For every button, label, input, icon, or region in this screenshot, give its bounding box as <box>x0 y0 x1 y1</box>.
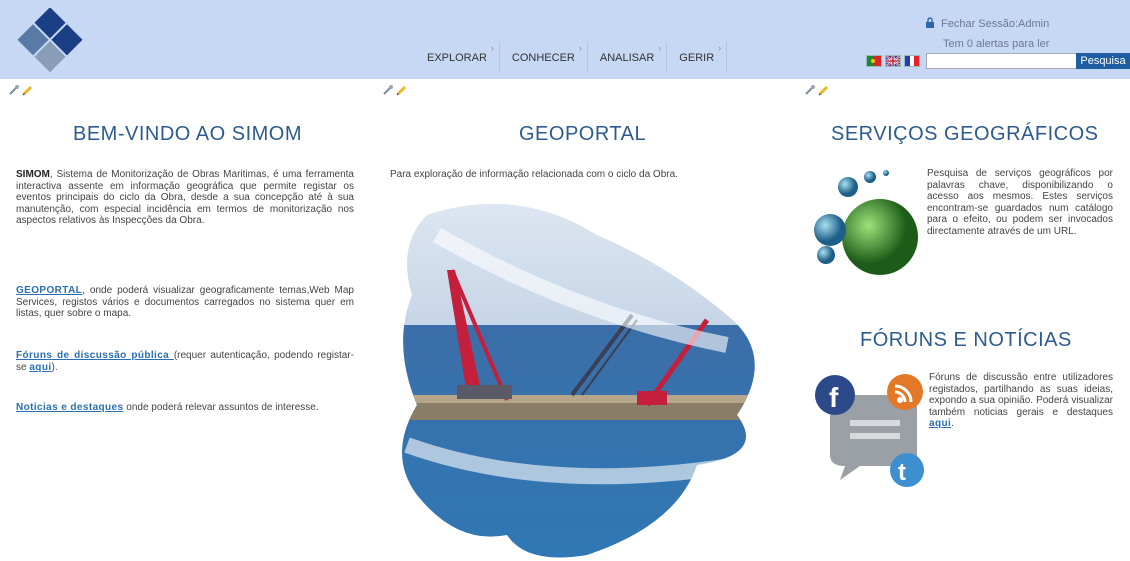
pencil-icon[interactable] <box>22 84 34 96</box>
news-paragraph: Noticias e destaques onde poderá relevar… <box>16 402 354 414</box>
chevron-right-icon: › <box>718 43 722 53</box>
simom-logo[interactable] <box>8 8 92 80</box>
lock-icon <box>926 17 934 28</box>
nav-explorar-label: EXPLORAR <box>427 52 487 64</box>
welcome-title: BEM-VINDO AO SIMOM <box>73 123 303 145</box>
flag-fr-icon[interactable] <box>904 55 920 67</box>
forums-news-link[interactable]: aqui <box>929 418 951 429</box>
flag-pt-icon[interactable] <box>866 55 882 67</box>
logout-label: Fechar Sessão:Admin <box>941 18 1050 30</box>
news-link[interactable]: Noticias e destaques <box>16 402 123 413</box>
main-nav: EXPLORAR › CONHECER › ANALISAR › GERIR › <box>415 42 728 72</box>
edit-tools-right <box>804 84 830 96</box>
simom-name: SIMOM <box>16 169 50 180</box>
nav-analisar-label: ANALISAR <box>599 52 655 64</box>
forums-desc-end: ). <box>51 361 58 373</box>
nav-analisar[interactable]: ANALISAR › <box>588 42 668 72</box>
svg-text:t: t <box>898 459 906 486</box>
nav-conhecer[interactable]: CONHECER › <box>500 42 588 72</box>
logout-link[interactable]: Fechar Sessão:Admin <box>925 17 1049 30</box>
chevron-right-icon: › <box>658 43 662 53</box>
forums-news-title: FÓRUNS E NOTÍCIAS <box>860 329 1072 351</box>
search-button[interactable]: Pesquisa <box>1076 53 1130 69</box>
forums-register-link[interactable]: aqui <box>29 362 51 373</box>
geoportal-intro: Para exploração de informação relacionad… <box>390 169 678 180</box>
flag-uk-icon[interactable] <box>885 55 901 67</box>
services-title: SERVIÇOS GEOGRÁFICOS <box>831 123 1099 145</box>
forums-link[interactable]: Fóruns de discussão pública <box>16 350 174 361</box>
wrench-icon[interactable] <box>804 84 816 96</box>
forums-news-end: . <box>951 418 954 429</box>
header-bar: EXPLORAR › CONHECER › ANALISAR › GERIR ›… <box>0 0 1130 79</box>
nav-gerir-label: GERIR <box>679 52 715 64</box>
edit-tools-left <box>8 84 34 96</box>
search-input[interactable] <box>926 53 1079 69</box>
pencil-icon[interactable] <box>396 84 408 96</box>
wrench-icon[interactable] <box>8 84 20 96</box>
geoportal-title: GEOPORTAL <box>519 123 647 145</box>
edit-tools-middle <box>382 84 408 96</box>
forums-paragraph: Fóruns de discussão pública (requer aute… <box>16 350 354 373</box>
geoportal-link[interactable]: GEOPORTAL <box>16 285 82 296</box>
wrench-icon[interactable] <box>382 84 394 96</box>
nav-explorar[interactable]: EXPLORAR › <box>415 42 500 72</box>
nav-gerir[interactable]: GERIR › <box>667 42 728 72</box>
chevron-right-icon: › <box>490 43 494 53</box>
svg-text:f: f <box>829 382 839 413</box>
forums-news-text: Fóruns de discussão entre utilizadores r… <box>929 372 1113 418</box>
chevron-right-icon: › <box>578 43 582 53</box>
social-icons[interactable]: f t <box>815 370 927 488</box>
nav-conhecer-label: CONHECER <box>511 52 575 64</box>
globe-icon[interactable] <box>812 165 924 277</box>
intro-text: , Sistema de Monitorização de Obras Mari… <box>16 169 354 226</box>
language-flags <box>866 55 920 67</box>
news-desc: onde poderá relevar assuntos de interess… <box>123 402 319 413</box>
geoportal-image[interactable] <box>397 195 767 561</box>
welcome-intro: SIMOM, Sistema de Monitorização de Obras… <box>16 169 354 227</box>
pencil-icon[interactable] <box>818 84 830 96</box>
forums-news-description: Fóruns de discussão entre utilizadores r… <box>929 372 1113 430</box>
services-description: Pesquisa de serviços geográficos por pal… <box>927 168 1113 237</box>
alerts-link[interactable]: Tem 0 alertas para ler <box>943 38 1049 50</box>
geoportal-paragraph: GEOPORTAL, onde poderá visualizar geogra… <box>16 285 354 320</box>
